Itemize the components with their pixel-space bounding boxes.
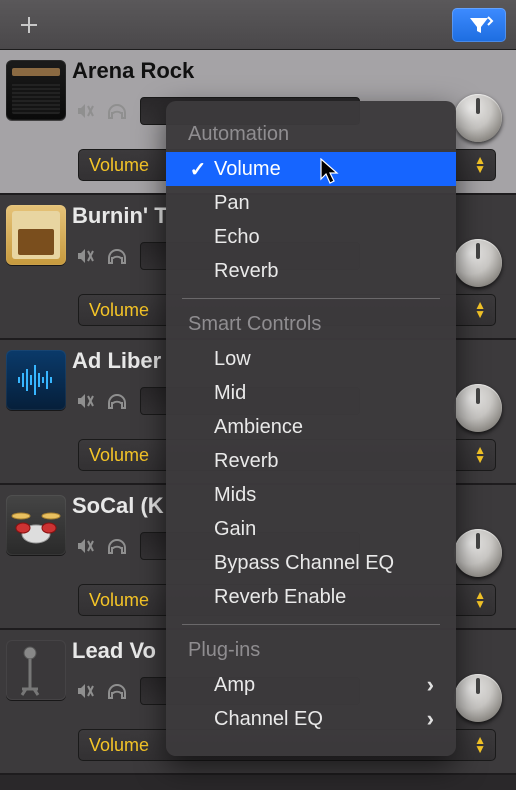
mute-icon (75, 246, 95, 266)
filter-button[interactable] (452, 8, 506, 42)
mute-icon (75, 536, 95, 556)
menu-item-bypass-eq[interactable]: Bypass Channel EQ (166, 546, 456, 580)
automation-menu[interactable]: Automation ✓Volume Pan Echo Reverb Smart… (166, 101, 456, 756)
menu-section-label: Plug-ins (166, 635, 456, 668)
chevron-updown-icon: ▲▼ (474, 301, 485, 319)
headphones-button[interactable] (104, 676, 130, 706)
pan-knob[interactable] (454, 384, 502, 432)
track-icon-waveform (6, 350, 66, 410)
chevron-updown-icon: ▲▼ (474, 591, 485, 609)
menu-item-volume[interactable]: ✓Volume (166, 152, 456, 186)
mute-icon (75, 681, 95, 701)
track-icon-amp (6, 205, 66, 265)
toolbar (0, 0, 516, 50)
add-track-button[interactable] (10, 10, 48, 40)
menu-item-reverb-enable[interactable]: Reverb Enable (166, 580, 456, 614)
menu-item-low[interactable]: Low (166, 342, 456, 376)
track-name: Arena Rock (72, 58, 516, 84)
mute-button[interactable] (72, 676, 98, 706)
headphones-icon (106, 536, 128, 556)
headphones-button[interactable] (104, 531, 130, 561)
menu-item-ambience[interactable]: Ambience (166, 410, 456, 444)
chevron-updown-icon: ▲▼ (474, 446, 485, 464)
headphones-icon (106, 246, 128, 266)
mute-button[interactable] (72, 241, 98, 271)
param-label: Volume (89, 300, 149, 321)
menu-item-pan[interactable]: Pan (166, 186, 456, 220)
mute-button[interactable] (72, 96, 98, 126)
headphones-icon (106, 391, 128, 411)
param-label: Volume (89, 590, 149, 611)
mute-button[interactable] (72, 531, 98, 561)
chevron-updown-icon: ▲▼ (474, 156, 485, 174)
plus-icon (19, 15, 39, 35)
track-icon-drums (6, 495, 66, 555)
param-label: Volume (89, 735, 149, 756)
param-label: Volume (89, 445, 149, 466)
menu-item-mid[interactable]: Mid (166, 376, 456, 410)
menu-item-reverb[interactable]: Reverb (166, 254, 456, 288)
param-label: Volume (89, 155, 149, 176)
chevron-right-icon: › (427, 672, 434, 698)
pan-knob[interactable] (454, 529, 502, 577)
pan-knob[interactable] (454, 94, 502, 142)
pan-knob[interactable] (454, 674, 502, 722)
chevron-right-icon: › (427, 706, 434, 732)
chevron-updown-icon: ▲▼ (474, 736, 485, 754)
headphones-button[interactable] (104, 241, 130, 271)
mute-icon (75, 391, 95, 411)
menu-item-mids[interactable]: Mids (166, 478, 456, 512)
mute-button[interactable] (72, 386, 98, 416)
menu-separator (182, 624, 440, 625)
mute-icon (75, 101, 95, 121)
menu-item-reverb2[interactable]: Reverb (166, 444, 456, 478)
menu-separator (182, 298, 440, 299)
track-icon-amp (6, 60, 66, 120)
menu-item-echo[interactable]: Echo (166, 220, 456, 254)
menu-item-channel-eq[interactable]: Channel EQ› (166, 702, 456, 736)
headphones-icon (106, 101, 128, 121)
menu-item-gain[interactable]: Gain (166, 512, 456, 546)
pan-knob[interactable] (454, 239, 502, 287)
headphones-button[interactable] (104, 386, 130, 416)
filter-icon (464, 15, 494, 35)
headphones-icon (106, 681, 128, 701)
menu-section-label: Smart Controls (166, 309, 456, 342)
menu-section-label: Automation (166, 119, 456, 152)
track-icon-mic (6, 640, 66, 700)
headphones-button[interactable] (104, 96, 130, 126)
check-icon: ✓ (188, 157, 208, 182)
menu-item-amp[interactable]: Amp› (166, 668, 456, 702)
